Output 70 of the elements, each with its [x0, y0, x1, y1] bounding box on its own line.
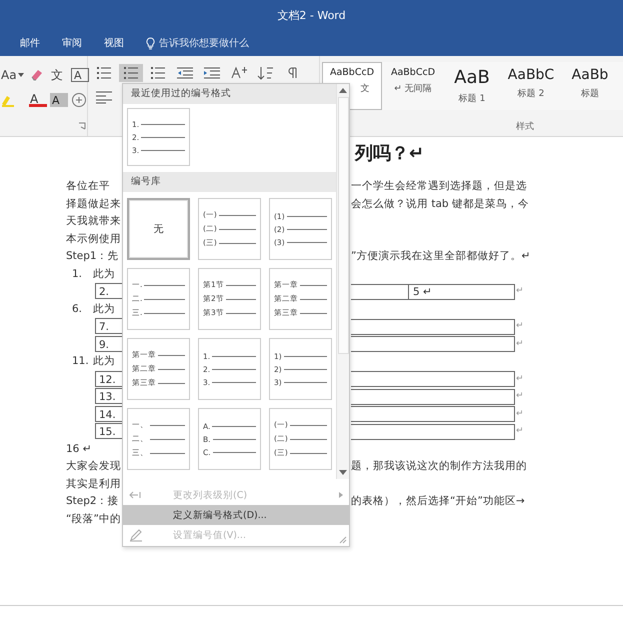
style-tile[interactable]: AaBb 标题	[562, 62, 618, 110]
indent-level-icon	[129, 490, 143, 500]
paragraph-text: 其实是利用	[66, 478, 121, 490]
list-number: 6.	[71, 302, 84, 316]
section-header: 编号库	[123, 172, 336, 192]
ribbon-tab[interactable]: 视图	[96, 34, 132, 52]
ribbon-tab[interactable]: 邮件	[12, 34, 48, 52]
resize-grip-icon[interactable]	[339, 536, 347, 544]
group-label: 样式	[516, 120, 534, 133]
paragraph-text: ”方便演示我在这里全部都做好了。↵	[351, 249, 530, 264]
style-tile[interactable]: AaBbCcD ↵ 无间隔	[385, 62, 441, 110]
numbering-icon	[122, 66, 140, 80]
scrollbar[interactable]	[336, 84, 349, 479]
paragraph-text: 此为	[93, 355, 115, 367]
font-color-button[interactable]: A	[29, 93, 47, 107]
table-cell	[351, 284, 408, 300]
lightbulb-icon	[146, 36, 155, 50]
indent-icon	[203, 66, 221, 80]
numbering-option[interactable]: 无	[127, 198, 190, 260]
scroll-up-icon[interactable]	[339, 87, 347, 93]
align-left-icon	[95, 90, 113, 104]
paragraph-text: 此为	[93, 268, 115, 280]
paragraph-text: 此为	[93, 302, 115, 314]
character-border-button[interactable]: A	[71, 68, 89, 82]
paragraph-text: 的表格），然后选择“开始”功能区→	[351, 494, 525, 509]
eraser-icon[interactable]	[29, 67, 45, 83]
paragraph-text: 一个学生会经常遇到选择题，但是选	[351, 179, 527, 194]
style-tile[interactable]: AaB 标题 1	[444, 62, 500, 110]
paragraph-text: 天我就带来	[66, 215, 121, 227]
scroll-down-icon[interactable]	[339, 470, 347, 476]
numbering-button[interactable]	[119, 64, 143, 82]
pencil-icon	[129, 528, 143, 542]
phonetic-guide-button[interactable]: 文	[50, 66, 68, 84]
ribbon-tab[interactable]: 审阅	[54, 34, 90, 52]
dialog-launcher-icon[interactable]	[78, 122, 86, 130]
paragraph-text: 大家会发现	[66, 460, 121, 472]
table-cell: 5 ↵	[408, 284, 515, 300]
character-shading-button[interactable]: A	[50, 93, 68, 107]
paragraph-text: 各位在平	[66, 180, 110, 192]
caret-icon	[18, 73, 24, 77]
paragraph-text: 16 ↵	[66, 442, 92, 454]
paragraph-text: 本示例使用	[66, 232, 121, 244]
row-end-mark: ↵	[516, 285, 524, 298]
paragraph-text: 会怎么做？说用 tab 键都是菜鸟，今	[351, 196, 529, 212]
list-number: 11.	[71, 354, 90, 369]
menu-item[interactable]: 定义新编号格式(D)...	[123, 505, 349, 525]
style-tile[interactable]: AaBbC 标题 2	[503, 62, 559, 110]
list-number: 1.	[71, 266, 84, 282]
row-end-mark: ↵	[516, 408, 524, 420]
section-header: 最近使用过的编号格式	[123, 84, 336, 104]
paragraph-text: “段落”中的	[66, 512, 121, 524]
change-case-button[interactable]: Aa	[0, 66, 26, 84]
row-end-mark: ↵	[516, 425, 524, 438]
enclosed-character-icon[interactable]	[71, 92, 87, 108]
window-title: 文档2 - Word	[277, 8, 346, 22]
paragraph-text: 题，那我该说这次的制作方法我用的	[351, 459, 527, 474]
sort-icon	[257, 66, 275, 80]
paragraph-text: 择题做起来	[66, 198, 121, 210]
row-end-mark: ↵	[516, 390, 524, 403]
row-end-mark: ↵	[516, 372, 524, 386]
asian-layout-icon	[230, 66, 248, 80]
row-end-mark: ↵	[516, 338, 524, 350]
heading-text: 列吗？↵	[355, 142, 424, 166]
paragraph-text: Step2：接	[66, 495, 119, 507]
tell-me-field[interactable]: 告诉我你想要做什么	[146, 36, 279, 50]
multilevel-icon	[149, 66, 167, 80]
paragraph-text: Step1：先	[66, 250, 119, 262]
row-end-mark: ↵	[516, 320, 524, 333]
outdent-icon	[176, 66, 194, 80]
bullets-icon	[95, 66, 113, 80]
